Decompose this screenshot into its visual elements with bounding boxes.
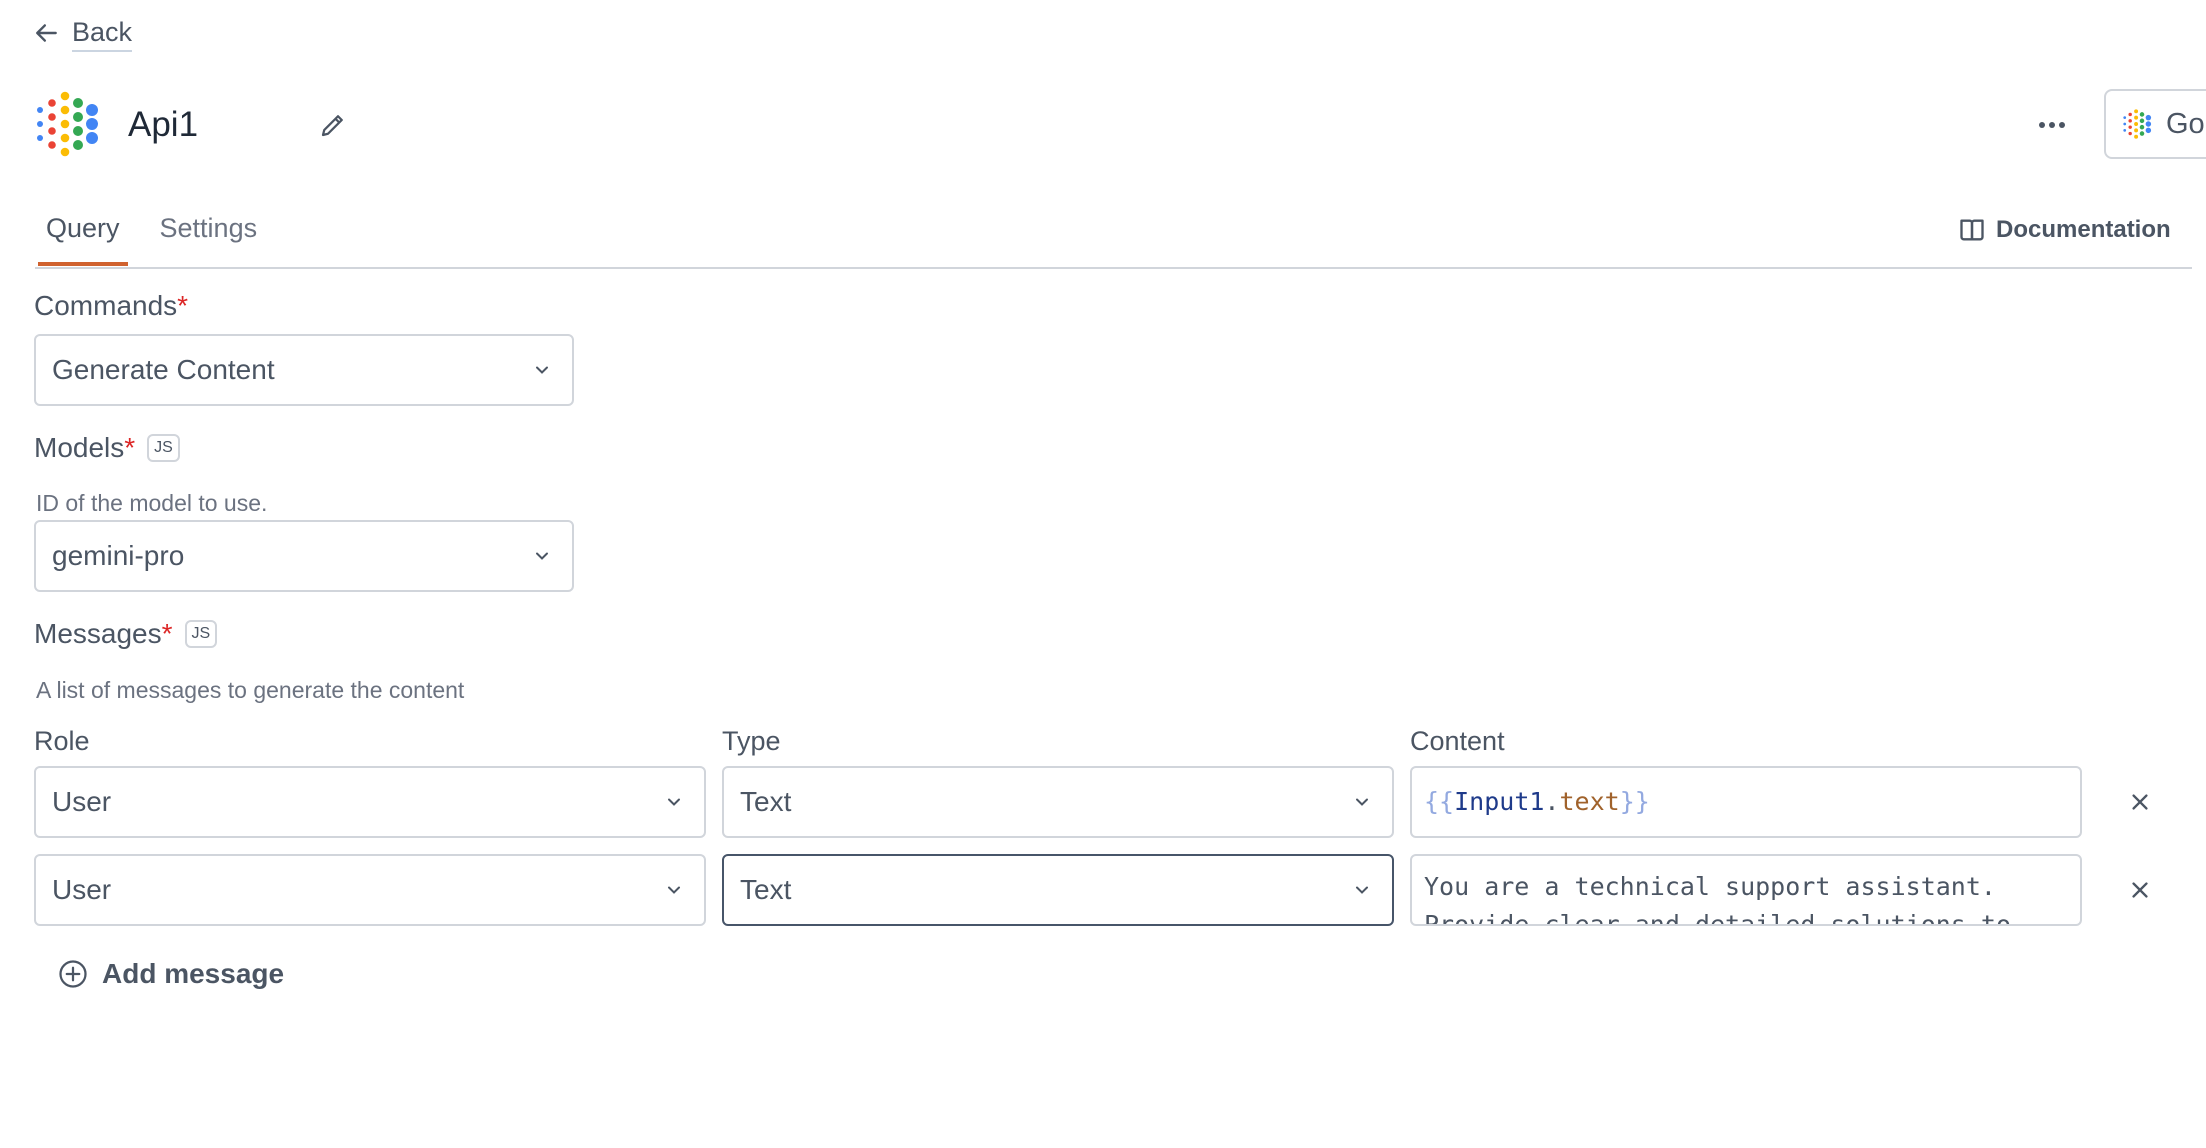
close-icon — [2132, 794, 2148, 810]
plus-circle-icon — [59, 960, 87, 988]
chevron-down-icon — [536, 366, 548, 374]
documentation-label: Documentation — [1996, 216, 2171, 243]
models-select[interactable]: gemini-pro — [34, 520, 574, 592]
content-input[interactable]: {{Input1.text}} — [1410, 766, 2082, 838]
close-icon — [2132, 882, 2148, 898]
role-select[interactable]: User — [34, 766, 706, 838]
messages-helper-text: A list of messages to generate the conte… — [36, 677, 465, 703]
content-line: You are a technical support assistant. — [1424, 872, 1996, 901]
chevron-down-icon — [668, 886, 680, 894]
column-header-role: Role — [34, 726, 90, 756]
messages-label-text: Messages — [34, 618, 162, 649]
commands-label: Commands * — [34, 290, 188, 322]
gemini-logo-icon — [2123, 109, 2152, 139]
column-header-content: Content — [1410, 726, 1505, 756]
pencil-icon — [321, 115, 343, 137]
chevron-down-icon — [536, 552, 548, 560]
role-value: User — [52, 874, 112, 905]
template-dot: . — [1544, 787, 1560, 816]
add-message-label: Add message — [102, 958, 285, 989]
commands-value: Generate Content — [52, 354, 275, 385]
documentation-link[interactable]: Documentation — [1958, 216, 2171, 244]
type-select[interactable]: Text — [722, 766, 1394, 838]
tab-query[interactable]: Query — [38, 200, 128, 266]
js-toggle-badge[interactable]: JS — [147, 434, 180, 462]
content-input[interactable]: You are a technical support assistant. P… — [1410, 854, 2082, 926]
commands-select[interactable]: Generate Content — [34, 334, 574, 406]
type-select[interactable]: Text — [722, 854, 1394, 926]
book-open-icon — [1960, 219, 1984, 241]
back-link[interactable]: Back — [34, 14, 133, 52]
datasource-button-label: Go — [2166, 107, 2205, 140]
role-select[interactable]: User — [34, 854, 706, 926]
template-identifier: Input1 — [1454, 787, 1545, 816]
required-asterisk: * — [161, 618, 173, 649]
template-property: text — [1559, 787, 1620, 816]
tab-divider — [35, 267, 2192, 269]
add-message-button[interactable]: Add message — [58, 958, 284, 990]
messages-label: Messages * JS — [34, 618, 218, 650]
js-toggle-badge[interactable]: JS — [184, 620, 218, 648]
commands-label-text: Commands — [34, 290, 178, 321]
column-header-type: Type — [722, 726, 781, 756]
template-brace-close: }} — [1619, 787, 1650, 816]
page-title: Api1 — [128, 105, 199, 144]
chevron-down-icon — [1356, 886, 1368, 894]
required-asterisk: * — [124, 432, 136, 463]
content-line: Provide clear and detailed solutions to — [1424, 910, 2011, 926]
back-label: Back — [72, 14, 133, 52]
required-asterisk: * — [177, 290, 189, 321]
template-brace-open: {{ — [1424, 787, 1455, 816]
models-label-text: Models — [34, 432, 125, 463]
role-value: User — [52, 786, 112, 817]
type-value: Text — [740, 786, 792, 817]
gemini-logo-icon — [37, 91, 98, 157]
datasource-button[interactable]: Go — [2104, 89, 2206, 159]
models-label: Models * JS — [34, 432, 180, 464]
ellipsis-icon — [2039, 122, 2065, 128]
tab-bar: Query Settings — [38, 200, 265, 266]
remove-message-button[interactable] — [2122, 872, 2158, 908]
more-options-button[interactable] — [2036, 110, 2068, 140]
tab-settings[interactable]: Settings — [152, 200, 266, 266]
models-helper-text: ID of the model to use. — [36, 490, 268, 516]
edit-name-button[interactable] — [318, 110, 348, 140]
type-value: Text — [740, 874, 792, 905]
arrow-left-icon — [36, 24, 57, 42]
models-value: gemini-pro — [52, 540, 185, 571]
chevron-down-icon — [1356, 798, 1368, 806]
remove-message-button[interactable] — [2122, 784, 2158, 820]
chevron-down-icon — [668, 798, 680, 806]
